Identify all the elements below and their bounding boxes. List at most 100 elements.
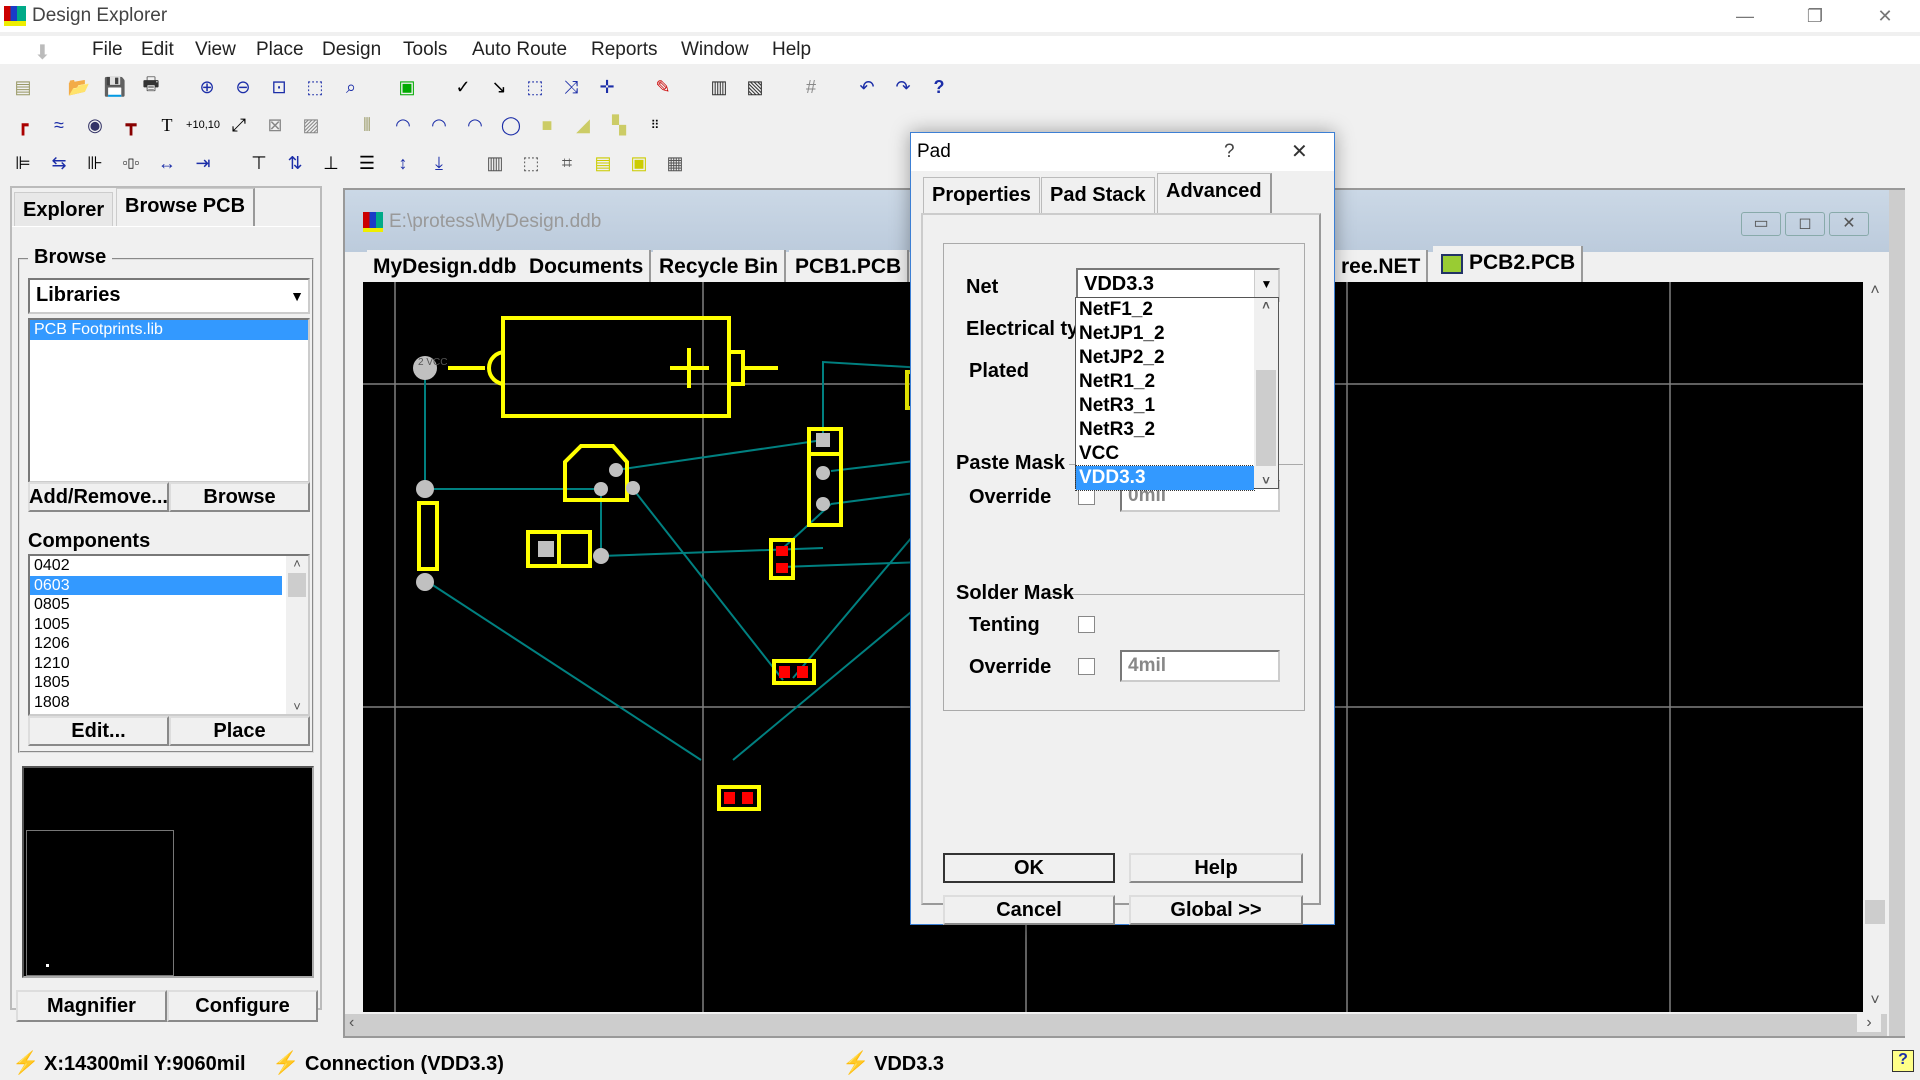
place-via-icon[interactable]: ◉ — [82, 112, 108, 138]
paste-override-checkbox[interactable] — [1078, 488, 1095, 505]
align-bottom-icon[interactable]: ⊥ — [318, 150, 344, 176]
global-button[interactable]: Global >> — [1129, 895, 1303, 925]
configure-button[interactable]: Configure — [167, 990, 318, 1022]
open-icon[interactable]: 📂 — [66, 74, 92, 100]
cancel-button[interactable]: Cancel — [943, 895, 1115, 925]
dialog-help-icon[interactable]: ? — [1224, 141, 1235, 163]
split-plane-icon[interactable]: ▚ — [606, 112, 632, 138]
magnifier-button[interactable]: Magnifier — [16, 990, 167, 1022]
ok-button[interactable]: OK — [943, 853, 1115, 883]
zoom-selected-icon[interactable]: ⌕ — [338, 74, 364, 100]
distribute-v-icon[interactable]: ☰ — [354, 150, 380, 176]
align-right-icon[interactable]: ⊪ — [82, 150, 108, 176]
select-area-icon[interactable]: ⬚ — [522, 74, 548, 100]
components-list[interactable]: 0402 0603 0805 1005 1206 1210 1805 1808 … — [28, 554, 310, 716]
room-icon[interactable]: ⫴ — [354, 112, 380, 138]
mdi-close-button[interactable]: ✕ — [1829, 212, 1869, 236]
polygon-icon[interactable]: ◢ — [570, 112, 596, 138]
distribute-h-icon[interactable]: ▫▯▫ — [118, 150, 144, 176]
polygon-plane-icon[interactable]: ▨ — [298, 112, 324, 138]
dialog-close-icon[interactable]: ✕ — [1291, 139, 1308, 164]
tenting-checkbox[interactable] — [1078, 616, 1095, 633]
text-icon[interactable]: T — [154, 112, 180, 138]
net-option[interactable]: NetR1_2 — [1076, 370, 1278, 394]
menu-view[interactable]: View — [195, 39, 236, 61]
scroll-up-icon[interactable]: ˄ — [286, 556, 308, 571]
context-help-icon[interactable]: ? — [1892, 1050, 1914, 1072]
add-library-icon[interactable]: ▧ — [742, 74, 768, 100]
library-list[interactable]: PCB Footprints.lib — [28, 318, 310, 483]
system-menu-arrow-icon[interactable]: ⬇ — [34, 40, 51, 65]
move-icon[interactable]: ✛ — [594, 74, 620, 100]
tab-properties[interactable]: Properties — [923, 177, 1040, 213]
arc-center-icon[interactable]: ◠ — [390, 112, 416, 138]
component-item[interactable]: 0402 — [30, 556, 282, 576]
print-icon[interactable]: 🖶 — [138, 74, 164, 100]
move-to-grid-icon[interactable]: ⌗ — [554, 150, 580, 176]
net-option[interactable]: NetR3_2 — [1076, 418, 1278, 442]
menu-window[interactable]: Window — [681, 39, 749, 61]
tab-explorer[interactable]: Explorer — [14, 192, 114, 226]
cross-probe-icon[interactable]: ✓ — [450, 74, 476, 100]
net-option[interactable]: NetJP2_2 — [1076, 346, 1278, 370]
scroll-right-icon[interactable]: › — [1857, 1014, 1881, 1032]
viewport-rect[interactable] — [26, 830, 174, 976]
scroll-left-icon[interactable]: ‹ — [349, 1014, 354, 1032]
components-scrollbar[interactable]: ˄ ˅ — [286, 556, 308, 714]
tab-advanced[interactable]: Advanced — [1157, 173, 1272, 215]
place-line-icon[interactable]: ≈ — [46, 112, 72, 138]
component-item[interactable]: 0603 — [30, 575, 282, 595]
solder-override-field[interactable]: 4mil — [1120, 650, 1280, 682]
menu-place[interactable]: Place — [256, 39, 304, 61]
edit-button[interactable]: Edit... — [28, 716, 169, 746]
place-string-pad-icon[interactable]: ┳ — [118, 112, 144, 138]
net-option[interactable]: NetR3_1 — [1076, 394, 1278, 418]
rubber-icon[interactable]: ✎ — [650, 74, 676, 100]
scroll-down-icon[interactable]: ˅ — [286, 699, 308, 714]
align-vcenter-icon[interactable]: ⇅ — [282, 150, 308, 176]
scroll-down-icon[interactable]: ˅ — [1254, 473, 1278, 488]
menu-edit[interactable]: Edit — [141, 39, 174, 61]
net-dropdown-list[interactable]: NetF1_2 NetJP1_2 NetJP2_2 NetR1_2 NetR3_… — [1075, 297, 1279, 491]
menu-design[interactable]: Design — [322, 39, 381, 61]
circle-icon[interactable]: ◯ — [498, 112, 524, 138]
arc-edge-icon[interactable]: ◠ — [426, 112, 452, 138]
outer-vertical-scrollbar[interactable] — [1889, 190, 1905, 1036]
zoom-area-icon[interactable]: ⬚ — [302, 74, 328, 100]
tab-mydesign-ddb[interactable]: MyDesign.ddb — [367, 250, 525, 284]
coordinate-icon[interactable]: +10,10 — [186, 112, 220, 138]
tab-pad-stack[interactable]: Pad Stack — [1041, 177, 1155, 213]
save-icon[interactable]: 💾 — [102, 74, 128, 100]
browse-type-select[interactable]: Libraries ▼ — [28, 278, 310, 314]
menu-help[interactable]: Help — [772, 39, 811, 61]
help-button[interactable]: Help — [1129, 853, 1303, 883]
browse-button[interactable]: Browse — [169, 482, 310, 512]
mdi-restore-button[interactable]: ◻ — [1785, 212, 1825, 236]
zoom-out-icon[interactable]: ⊖ — [230, 74, 256, 100]
net-option[interactable]: VCC — [1076, 442, 1278, 466]
align-left-icon[interactable]: ⊫ — [10, 150, 36, 176]
keepout-icon[interactable]: ⊠ — [262, 112, 288, 138]
menu-file[interactable]: File — [92, 39, 123, 61]
component-item[interactable]: 1005 — [30, 615, 308, 635]
tab-recycle-bin[interactable]: Recycle Bin — [653, 250, 787, 284]
component-room-icon[interactable]: ▣ — [626, 150, 652, 176]
restore-button[interactable]: ❐ — [1780, 0, 1850, 32]
deselect-icon[interactable]: ⤨ — [558, 74, 584, 100]
menu-reports[interactable]: Reports — [591, 39, 658, 61]
scroll-up-icon[interactable]: ˄ — [1863, 282, 1887, 300]
mini-viewer[interactable] — [22, 766, 314, 978]
net-option[interactable]: NetJP1_2 — [1076, 322, 1278, 346]
canvas-vertical-scrollbar[interactable]: ˄ ˅ — [1863, 282, 1887, 1012]
tab-documents[interactable]: Documents — [523, 250, 652, 284]
arc-any-icon[interactable]: ◠ — [462, 112, 488, 138]
close-button[interactable]: ✕ — [1850, 0, 1920, 32]
chevron-down-icon[interactable]: ▼ — [1254, 270, 1278, 298]
align-hcenter-icon[interactable]: ⇆ — [46, 150, 72, 176]
decrease-h-spacing-icon[interactable]: ⇥ — [190, 150, 216, 176]
undo-icon[interactable]: ↶ — [854, 74, 880, 100]
move-to-room-icon[interactable]: ▤ — [590, 150, 616, 176]
scroll-thumb[interactable] — [288, 573, 306, 597]
fill-icon[interactable]: ■ — [534, 112, 560, 138]
canvas-horizontal-scrollbar[interactable]: ‹ › — [345, 1014, 1887, 1036]
